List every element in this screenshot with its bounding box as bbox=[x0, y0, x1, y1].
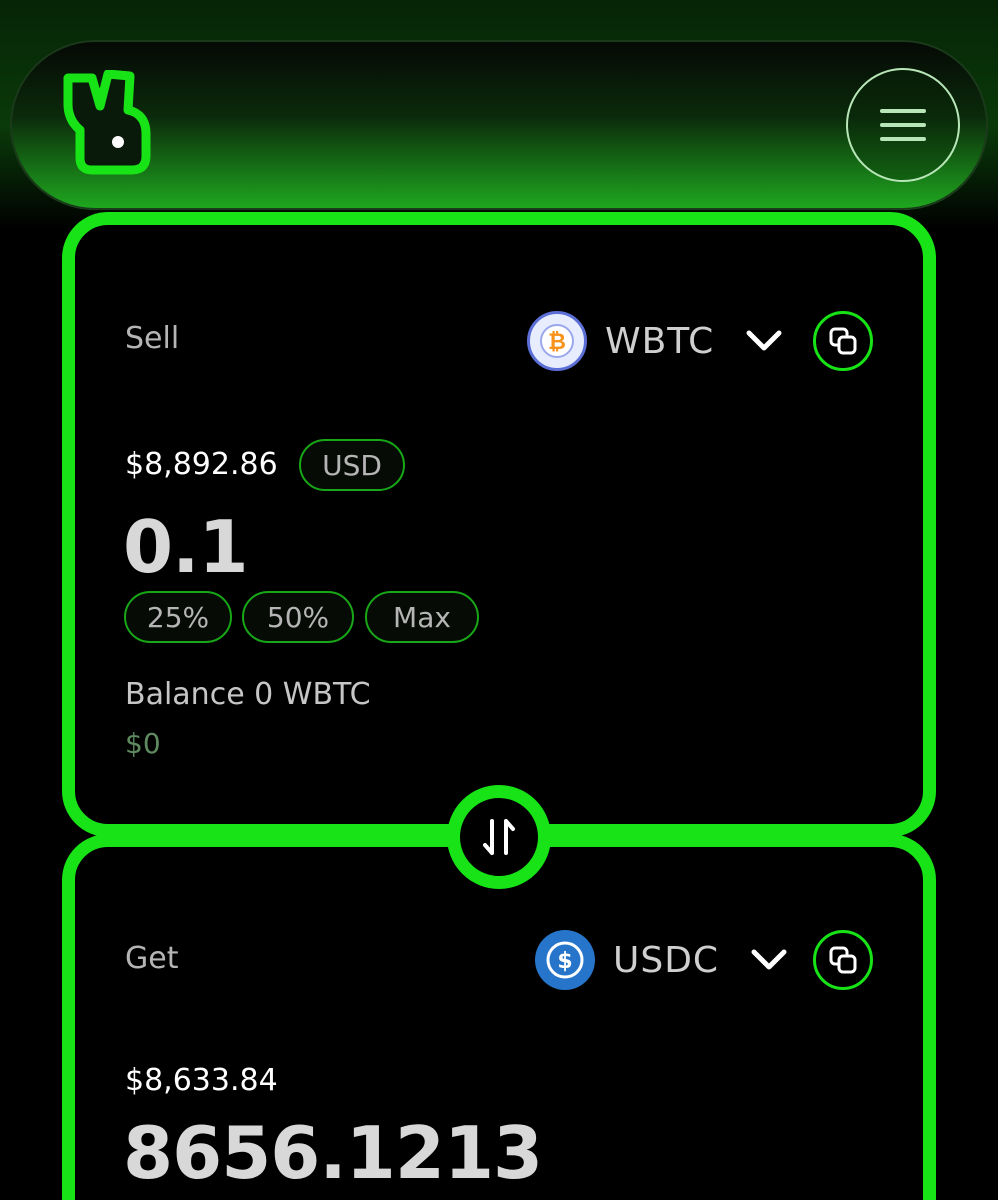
get-usd-value: $8,633.84 bbox=[125, 1063, 278, 1098]
sell-copy-button[interactable] bbox=[813, 311, 873, 371]
header-bar bbox=[10, 40, 988, 210]
sell-usd-value: $8,892.86 bbox=[125, 447, 278, 482]
sell-balance: Balance 0 WBTC bbox=[125, 677, 371, 712]
max-button[interactable]: Max bbox=[365, 591, 479, 643]
sell-card: Sell ₿ WBTC $8,892.86 USD 0.1 25% 50% Ma… bbox=[62, 212, 936, 837]
rabbit-logo-icon[interactable] bbox=[58, 69, 154, 178]
get-label: Get bbox=[125, 941, 179, 976]
hamburger-menu-icon bbox=[880, 109, 926, 141]
chevron-down-icon bbox=[749, 945, 789, 975]
sell-token-name: WBTC bbox=[605, 320, 715, 362]
menu-button[interactable] bbox=[846, 68, 960, 182]
bitcoin-icon: ₿ bbox=[527, 311, 587, 371]
svg-text:₿: ₿ bbox=[548, 330, 566, 355]
copy-icon bbox=[829, 946, 857, 974]
chevron-down-icon bbox=[744, 326, 784, 356]
sell-balance-usd: $0 bbox=[125, 727, 161, 760]
copy-icon bbox=[829, 327, 857, 355]
get-token-selector[interactable]: $ USDC bbox=[535, 930, 789, 990]
usd-toggle-button[interactable]: USD bbox=[299, 439, 405, 491]
get-amount: 8656.1213 bbox=[123, 1111, 543, 1195]
svg-text:$: $ bbox=[557, 949, 572, 974]
get-token-name: USDC bbox=[613, 939, 720, 981]
usdc-icon: $ bbox=[535, 930, 595, 990]
sell-token-selector[interactable]: ₿ WBTC bbox=[527, 311, 784, 371]
percent-25-button[interactable]: 25% bbox=[124, 591, 232, 643]
swap-direction-icon bbox=[483, 819, 515, 855]
percent-50-button[interactable]: 50% bbox=[242, 591, 354, 643]
sell-label: Sell bbox=[125, 321, 180, 356]
swap-direction-button[interactable] bbox=[447, 785, 551, 889]
swap-page: Sell ₿ WBTC $8,892.86 USD 0.1 25% 50% Ma… bbox=[0, 0, 998, 1200]
get-copy-button[interactable] bbox=[813, 930, 873, 990]
sell-amount-input[interactable]: 0.1 bbox=[123, 505, 249, 589]
